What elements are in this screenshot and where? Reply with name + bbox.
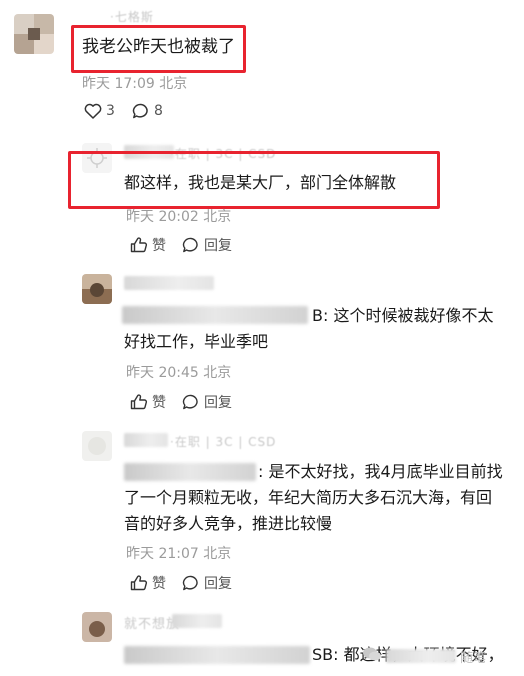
reply-label: 回复 [204,238,232,254]
like-button[interactable]: 赞 [130,392,166,412]
avatar[interactable] [82,612,112,642]
like-count: 3 [106,103,115,119]
like-label: 赞 [152,238,166,254]
reply-text: B: 这个时候被裁好像不太好找工作，毕业季吧 [124,306,494,351]
like-label: 赞 [152,576,166,592]
watermark-text: 随笔 [460,650,487,666]
avatar[interactable] [82,274,112,304]
reply-time: 昨天 20:45 北京 [126,365,232,381]
reply-text: 都这样，我也是某大厂，部门全体解散 [124,173,397,192]
reply-button[interactable]: 回复 [182,392,232,412]
author-name: ·七格斯 [110,10,154,24]
comment-bubble-icon [182,237,200,253]
author-name: ·在职 | 3C | CSD [170,435,277,449]
comment-bubble-icon [182,394,200,410]
author-name-blurred [124,276,214,290]
reply-button[interactable]: 8 [132,103,163,119]
avatar[interactable] [82,431,112,461]
reply-time: 昨天 21:07 北京 [126,546,232,562]
reply-label: 回复 [204,395,232,411]
like-button[interactable]: 3 [84,103,115,119]
reply-count: 8 [154,103,163,119]
reply-button[interactable]: 回复 [182,235,232,255]
comment-text: 我老公昨天也被裁了 [82,37,235,57]
author-name-blurred [124,433,168,447]
thumbs-up-icon [130,394,148,410]
watermark-blurred [386,649,456,663]
author-name-blurred [172,614,222,628]
reply-button[interactable]: 回复 [182,573,232,593]
reply-label: 回复 [204,576,232,592]
reply-text: : 是不太好找，我4月底毕业目前找了一个月颗粒无收，年纪大简历大多石沉大海，有回… [124,462,503,533]
comment-bubble-icon [132,103,150,119]
thumbs-up-icon [130,575,148,591]
reply-target-blurred [124,646,310,664]
chat-bubble-icon [362,646,382,666]
avatar[interactable] [14,14,54,54]
like-label: 赞 [152,395,166,411]
like-button[interactable]: 赞 [130,235,166,255]
watermark: 随笔 [362,646,486,666]
heart-icon [84,103,102,119]
reply-time: 昨天 20:02 北京 [126,209,232,225]
thumbs-up-icon [130,237,148,253]
comment-time: 昨天 17:09 北京 [82,76,188,92]
like-button[interactable]: 赞 [130,573,166,593]
comment-bubble-icon [182,575,200,591]
